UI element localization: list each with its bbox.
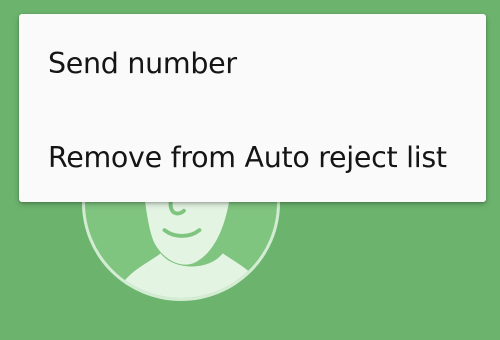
menu-item-label: Remove from Auto reject list [48, 140, 447, 174]
menu-item-remove-from-auto-reject-list[interactable]: Remove from Auto reject list [19, 110, 486, 204]
menu-item-label: Send number [48, 46, 237, 80]
menu-item-send-number[interactable]: Send number [19, 16, 486, 110]
context-menu: Send number Remove from Auto reject list [19, 14, 486, 202]
